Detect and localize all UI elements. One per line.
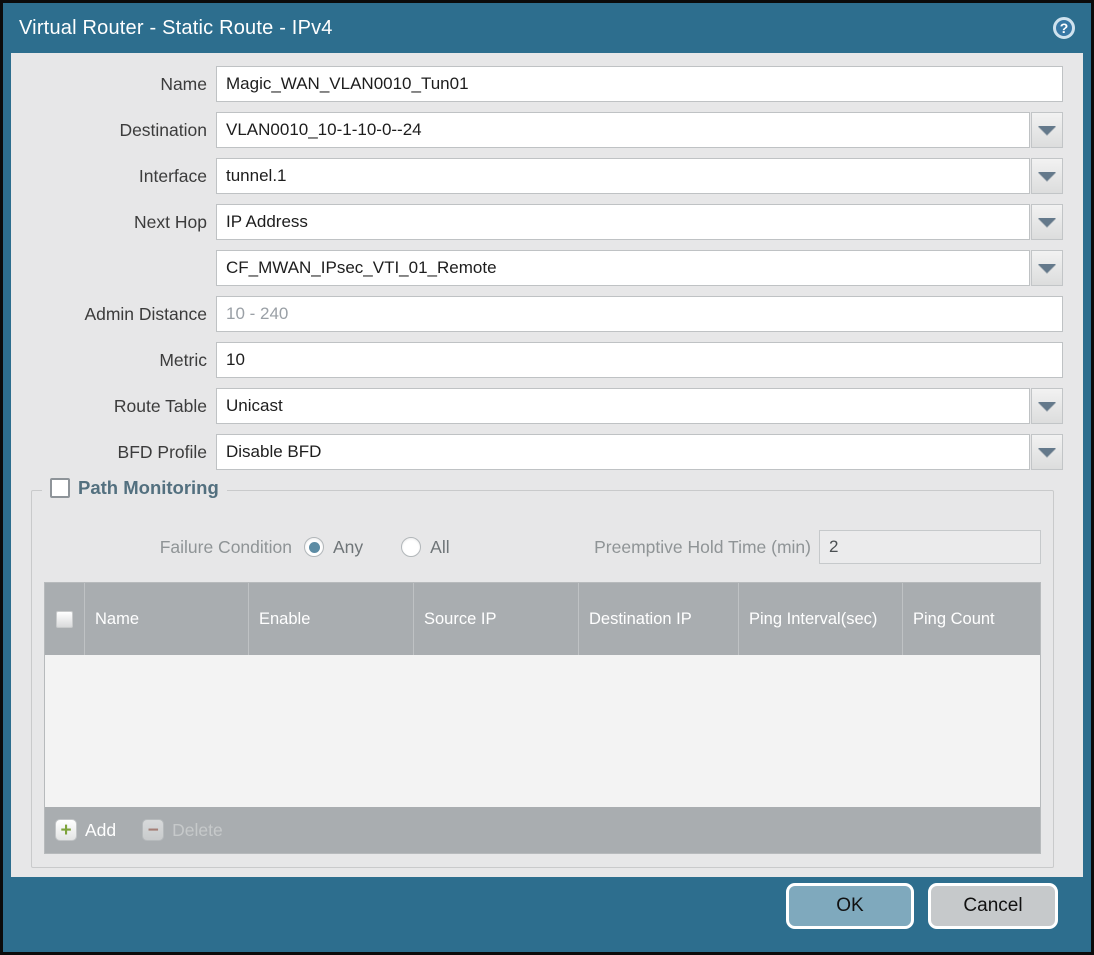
metric-input[interactable] — [216, 342, 1063, 378]
help-icon[interactable]: ? — [1053, 17, 1075, 39]
route-table-input[interactable] — [216, 388, 1030, 424]
table-header: Name Enable Source IP Destination IP Pin… — [45, 583, 1040, 655]
interface-input[interactable] — [216, 158, 1030, 194]
column-header-destination-ip[interactable]: Destination IP — [579, 583, 739, 655]
metric-label: Metric — [159, 349, 207, 370]
path-monitoring-title: Path Monitoring — [78, 477, 219, 498]
dialog-content: Name Destination Interface Next Hop — [11, 53, 1083, 877]
ok-button[interactable]: OK — [786, 883, 914, 929]
dialog-footer: OK Cancel — [3, 877, 1091, 952]
add-button-label: Add — [85, 819, 117, 840]
path-monitoring-section: Path Monitoring Failure Condition Any Al… — [31, 477, 1054, 868]
failure-condition-row: Failure Condition Any All Preemptive Hol… — [44, 529, 1041, 565]
table-body-empty — [45, 655, 1040, 807]
preemptive-hold-time-input[interactable] — [819, 530, 1041, 564]
admin-distance-row: Admin Distance — [22, 296, 1063, 332]
path-monitoring-checkbox[interactable] — [50, 478, 70, 498]
column-header-ping-interval[interactable]: Ping Interval(sec) — [739, 583, 903, 655]
next-hop-address-row — [22, 250, 1063, 286]
delete-minus-icon: − — [142, 819, 165, 841]
chevron-down-icon — [1038, 447, 1056, 457]
admin-distance-input[interactable] — [216, 296, 1063, 332]
next-hop-label: Next Hop — [134, 211, 207, 232]
delete-button[interactable]: − Delete — [142, 819, 223, 841]
next-hop-type-input[interactable] — [216, 204, 1030, 240]
failure-condition-all-option[interactable]: All — [401, 536, 450, 558]
route-table-label: Route Table — [113, 395, 207, 416]
path-monitoring-table: Name Enable Source IP Destination IP Pin… — [44, 582, 1041, 854]
next-hop-address-input[interactable] — [216, 250, 1030, 286]
cancel-button[interactable]: Cancel — [928, 883, 1058, 929]
destination-label: Destination — [119, 119, 207, 140]
chevron-down-icon — [1038, 263, 1056, 273]
preemptive-hold-time-label: Preemptive Hold Time (min) — [594, 536, 811, 557]
name-row: Name — [22, 66, 1063, 102]
dialog-title: Virtual Router - Static Route - IPv4 — [19, 16, 333, 39]
add-button[interactable]: + Add — [55, 819, 116, 841]
chevron-down-icon — [1038, 217, 1056, 227]
column-header-ping-count[interactable]: Ping Count — [903, 583, 1040, 655]
radio-selected-icon — [304, 537, 324, 557]
destination-row: Destination — [22, 112, 1063, 148]
radio-unselected-icon — [401, 537, 422, 557]
failure-condition-label: Failure Condition — [159, 536, 292, 557]
route-table-dropdown-button[interactable] — [1031, 388, 1063, 424]
name-input[interactable] — [216, 66, 1063, 102]
delete-button-label: Delete — [172, 819, 223, 840]
static-route-dialog: Virtual Router - Static Route - IPv4 ? N… — [0, 0, 1094, 955]
next-hop-address-dropdown-button[interactable] — [1031, 250, 1063, 286]
table-header-checkbox-cell — [45, 583, 85, 655]
dialog-titlebar: Virtual Router - Static Route - IPv4 ? — [3, 3, 1091, 53]
select-all-checkbox[interactable] — [56, 610, 73, 628]
bfd-profile-dropdown-button[interactable] — [1031, 434, 1063, 470]
interface-label: Interface — [138, 165, 207, 186]
name-label: Name — [160, 73, 207, 94]
bfd-profile-input[interactable] — [216, 434, 1030, 470]
destination-input[interactable] — [216, 112, 1030, 148]
metric-row: Metric — [22, 342, 1063, 378]
column-header-enable[interactable]: Enable — [249, 583, 414, 655]
chevron-down-icon — [1038, 171, 1056, 181]
admin-distance-label: Admin Distance — [84, 303, 207, 324]
route-table-row: Route Table — [22, 388, 1063, 424]
interface-dropdown-button[interactable] — [1031, 158, 1063, 194]
table-footer: + Add − Delete — [45, 807, 1040, 853]
destination-dropdown-button[interactable] — [1031, 112, 1063, 148]
chevron-down-icon — [1038, 401, 1056, 411]
bfd-profile-row: BFD Profile — [22, 434, 1063, 470]
next-hop-type-dropdown-button[interactable] — [1031, 204, 1063, 240]
add-plus-icon: + — [55, 819, 77, 841]
next-hop-row: Next Hop — [22, 204, 1063, 240]
failure-condition-any-label: Any — [333, 536, 364, 557]
column-header-source-ip[interactable]: Source IP — [414, 583, 579, 655]
column-header-name[interactable]: Name — [85, 583, 249, 655]
chevron-down-icon — [1038, 125, 1056, 135]
bfd-profile-label: BFD Profile — [117, 441, 207, 462]
path-monitoring-legend: Path Monitoring — [42, 477, 227, 499]
interface-row: Interface — [22, 158, 1063, 194]
failure-condition-any-option[interactable]: Any — [304, 537, 363, 558]
failure-condition-all-label: All — [430, 536, 450, 557]
